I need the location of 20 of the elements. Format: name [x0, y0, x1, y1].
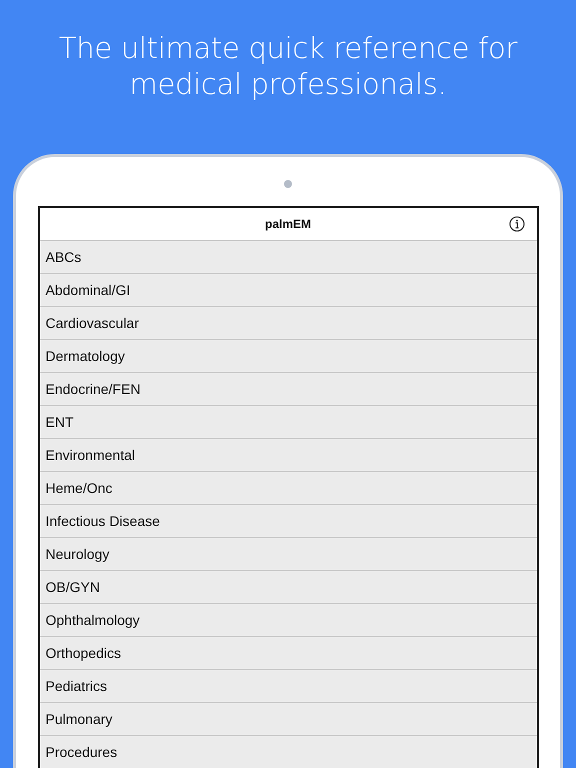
category-item[interactable]: OB/GYN — [40, 571, 536, 604]
category-item[interactable]: Orthopedics — [40, 637, 536, 670]
category-item[interactable]: Heme/Onc — [40, 472, 536, 505]
category-item[interactable]: Cardiovascular — [40, 307, 536, 340]
category-item[interactable]: ENT — [40, 406, 536, 439]
headline: The ultimate quick reference for medical professionals. — [58, 30, 518, 102]
category-item[interactable]: Neurology — [40, 538, 536, 571]
category-item[interactable]: Endocrine/FEN — [40, 373, 536, 406]
category-item[interactable]: Ophthalmology — [40, 604, 536, 637]
camera-dot — [284, 180, 292, 188]
info-icon[interactable] — [508, 216, 524, 232]
category-item[interactable]: Dermatology — [40, 340, 536, 373]
category-item[interactable]: Environmental — [40, 439, 536, 472]
category-item[interactable]: Pulmonary — [40, 703, 536, 736]
category-item[interactable]: Pediatrics — [40, 670, 536, 703]
category-item[interactable]: ABCs — [40, 241, 536, 274]
category-item[interactable]: Infectious Disease — [40, 505, 536, 538]
nav-title: palmEM — [264, 217, 311, 231]
category-item[interactable]: Procedures — [40, 736, 536, 768]
category-item[interactable]: Abdominal/GI — [40, 274, 536, 307]
